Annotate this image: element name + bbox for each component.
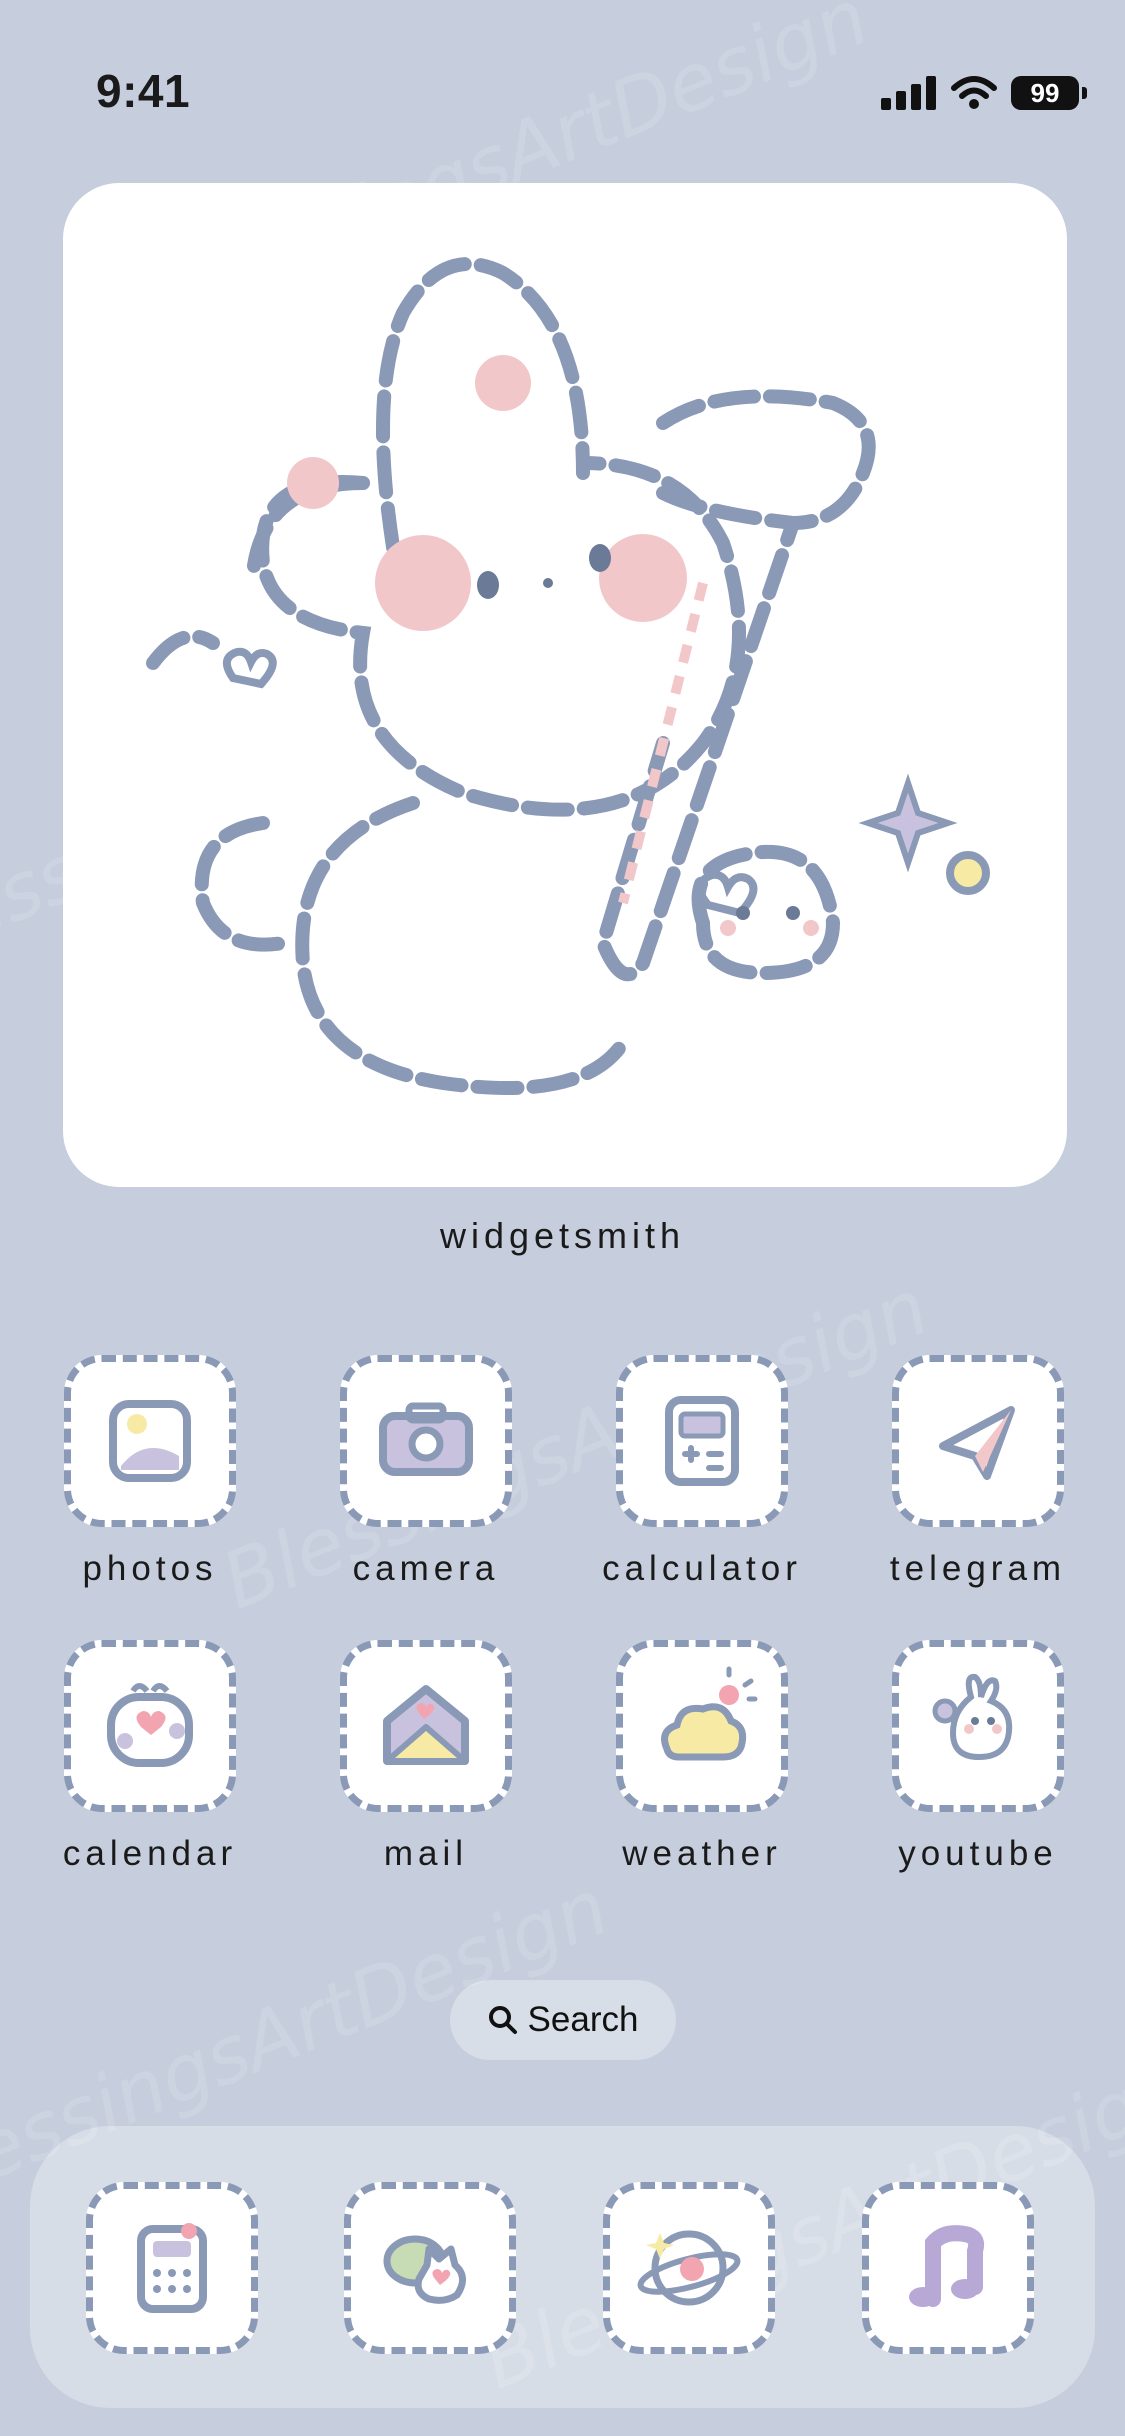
search-icon — [488, 2006, 517, 2034]
status-time: 9:41 — [96, 65, 191, 117]
calculator-icon[interactable] — [616, 1355, 788, 1527]
wifi-icon — [951, 76, 997, 109]
app-label: weather — [622, 1834, 782, 1873]
app-label: mail — [383, 1834, 469, 1873]
app-weather[interactable]: weather — [582, 1640, 822, 1874]
status-indicators: 99 — [881, 76, 1087, 110]
photos-icon[interactable] — [64, 1355, 236, 1527]
app-label: youtube — [898, 1834, 1058, 1873]
planet-icon[interactable] — [603, 2182, 775, 2354]
spotlight-search-button[interactable]: Search — [450, 1980, 676, 2060]
bunny-illustration — [146, 257, 990, 1095]
phone-keypad-icon[interactable] — [86, 2182, 258, 2354]
cellular-signal-icon — [881, 76, 936, 110]
app-youtube[interactable]: youtube — [858, 1640, 1098, 1874]
app-mail[interactable]: mail — [306, 1640, 546, 1874]
search-label: Search — [527, 2000, 639, 2039]
app-camera[interactable]: camera — [306, 1355, 546, 1589]
camera-icon[interactable] — [340, 1355, 512, 1527]
dock — [30, 2126, 1095, 2408]
app-telegram[interactable]: telegram — [858, 1355, 1098, 1589]
messages-icon[interactable] — [344, 2182, 516, 2354]
widgetsmith-widget[interactable] — [63, 183, 1067, 1187]
youtube-icon[interactable] — [892, 1640, 1064, 1812]
app-photos[interactable]: photos — [30, 1355, 270, 1589]
app-label: calendar — [62, 1834, 238, 1873]
app-label: telegram — [889, 1549, 1067, 1588]
widget-label: widgetsmith — [439, 1215, 686, 1256]
app-label: camera — [352, 1549, 500, 1588]
telegram-icon[interactable] — [892, 1355, 1064, 1527]
mail-icon[interactable] — [340, 1640, 512, 1812]
battery-icon: 99 — [1011, 76, 1087, 110]
weather-icon[interactable] — [616, 1640, 788, 1812]
app-calendar[interactable]: calendar — [30, 1640, 270, 1874]
app-label: calculator — [602, 1549, 802, 1588]
app-label: photos — [82, 1549, 218, 1588]
app-calculator[interactable]: calculator — [582, 1355, 822, 1589]
calendar-icon[interactable] — [64, 1640, 236, 1812]
music-icon[interactable] — [862, 2182, 1034, 2354]
